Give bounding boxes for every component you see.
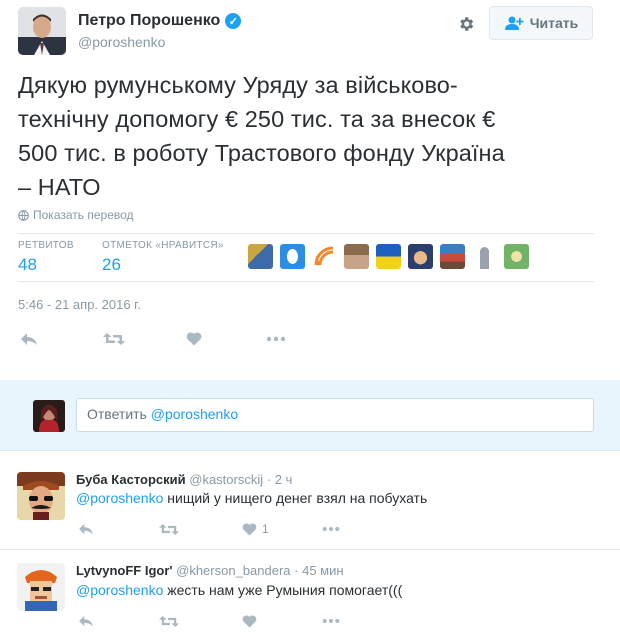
retweets-label: РЕТВИТОВ <box>18 240 74 251</box>
likes-count[interactable]: 26 <box>102 255 121 275</box>
comment-like-action[interactable]: 1 <box>242 519 269 539</box>
heart-icon <box>186 332 202 346</box>
retweet-icon <box>159 615 179 627</box>
globe-icon <box>18 209 29 221</box>
liker-avatar[interactable] <box>248 244 273 269</box>
retweet-action[interactable] <box>103 329 125 349</box>
divider <box>18 233 594 234</box>
author-name[interactable]: Петро Порошенко ✓ <box>78 12 242 30</box>
divider <box>0 549 620 550</box>
liker-avatar[interactable] <box>376 244 401 269</box>
current-user-avatar[interactable] <box>33 400 65 432</box>
comment-reply-action[interactable] <box>78 519 94 539</box>
gear-icon[interactable] <box>454 12 478 36</box>
likes-label: ОТМЕТОК «НРАВИТСЯ» <box>102 240 224 251</box>
heart-icon <box>242 614 257 628</box>
comment-header: Буба Касторский @kastorsckij · 2 ч <box>76 472 293 487</box>
liker-avatar[interactable] <box>440 244 465 269</box>
comment-like-count: 1 <box>262 522 269 536</box>
comment-time[interactable]: 45 мин <box>302 563 343 578</box>
reply-icon <box>79 523 93 535</box>
comment-avatar[interactable] <box>17 472 65 520</box>
more-icon <box>266 336 286 342</box>
retweet-icon <box>103 333 125 345</box>
comment-more-action[interactable] <box>322 611 340 631</box>
comment-author-name[interactable]: Буба Касторский <box>76 472 186 487</box>
retweets-count[interactable]: 48 <box>18 255 37 275</box>
verified-badge-icon: ✓ <box>225 13 242 29</box>
heart-icon <box>242 522 257 536</box>
follow-person-icon <box>504 16 524 30</box>
author-avatar[interactable] <box>18 7 66 55</box>
follow-button[interactable]: Читать <box>489 6 593 40</box>
reply-input[interactable]: Ответить @poroshenko <box>76 398 594 432</box>
comment-author-name[interactable]: LytvynoFF Igor' <box>76 563 173 578</box>
likers-avatars <box>248 244 529 269</box>
main-tweet: Петро Порошенко ✓ @poroshenko Читать Дяк… <box>0 0 620 380</box>
more-action[interactable] <box>266 329 286 349</box>
liker-avatar[interactable] <box>344 244 369 269</box>
translate-link[interactable]: Показать перевод <box>18 208 134 222</box>
tweet-text: Дякую румунському Уряду за військово- те… <box>18 72 505 200</box>
comment-text: @poroshenko жесть нам уже Румыния помога… <box>76 582 403 598</box>
comment-more-action[interactable] <box>322 519 340 539</box>
liker-avatar[interactable] <box>280 244 305 269</box>
comment-reply-action[interactable] <box>78 611 94 631</box>
tweet-timestamp[interactable]: 5:46 - 21 апр. 2016 г. <box>18 297 141 312</box>
comment-retweet-action[interactable] <box>159 519 179 539</box>
liker-avatar[interactable] <box>312 244 337 269</box>
comment-retweet-action[interactable] <box>159 611 179 631</box>
like-action[interactable] <box>186 329 202 349</box>
more-icon <box>322 619 340 623</box>
reply-icon <box>79 615 93 627</box>
liker-avatar[interactable] <box>472 244 497 269</box>
divider <box>0 450 620 451</box>
more-icon <box>322 527 340 531</box>
author-handle[interactable]: @poroshenko <box>78 34 165 50</box>
liker-avatar[interactable] <box>504 244 529 269</box>
comment-time[interactable]: 2 ч <box>275 472 293 487</box>
follow-label: Читать <box>529 15 579 31</box>
divider <box>18 281 594 282</box>
comment-avatar[interactable] <box>17 563 65 611</box>
liker-avatar[interactable] <box>408 244 433 269</box>
comment-author-handle[interactable]: @kastorsckij <box>189 472 263 487</box>
retweet-icon <box>159 523 179 535</box>
comment-like-action[interactable] <box>242 611 257 631</box>
reply-action[interactable] <box>20 329 38 349</box>
reply-icon <box>21 333 37 345</box>
comment-author-handle[interactable]: @kherson_bandera <box>176 563 290 578</box>
comment-header: LytvynoFF Igor' @kherson_bandera · 45 ми… <box>76 563 344 578</box>
comment-text: @poroshenko нищий у нищего денег взял на… <box>76 490 428 506</box>
